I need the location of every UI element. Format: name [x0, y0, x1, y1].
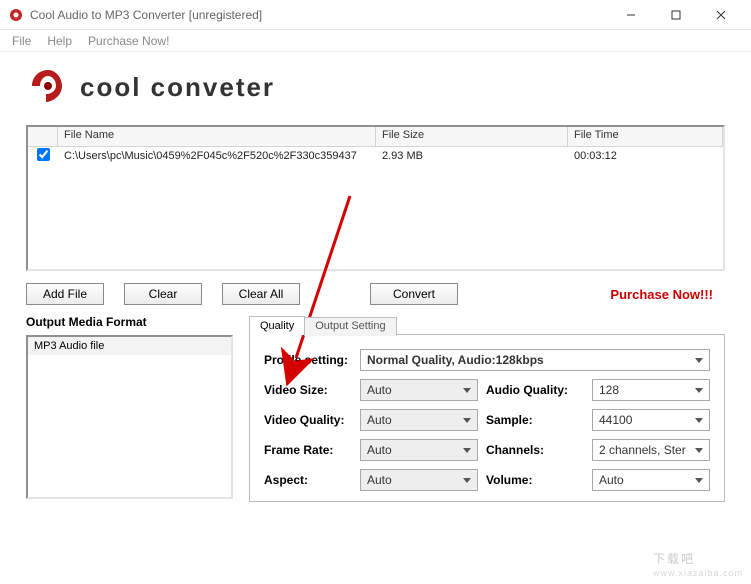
profile-setting-label: Profile setting: — [264, 353, 352, 367]
menu-file[interactable]: File — [4, 32, 39, 50]
add-file-button[interactable]: Add File — [26, 283, 104, 305]
profile-setting-select[interactable]: Normal Quality, Audio:128kbps — [360, 349, 710, 371]
button-row: Add File Clear Clear All Convert Purchas… — [0, 277, 751, 311]
logo-text: cool conveter — [80, 72, 275, 103]
video-quality-select[interactable]: Auto — [360, 409, 478, 431]
sample-label: Sample: — [486, 413, 584, 427]
file-list: File Name File Size File Time C:\Users\p… — [26, 125, 725, 271]
video-size-label: Video Size: — [264, 383, 352, 397]
file-row-name: C:\Users\pc\Music\0459%2F045c%2F520c%2F3… — [58, 149, 376, 163]
maximize-button[interactable] — [653, 1, 698, 29]
file-row-size: 2.93 MB — [376, 149, 568, 163]
close-button[interactable] — [698, 1, 743, 29]
tab-output-setting[interactable]: Output Setting — [304, 317, 396, 336]
volume-label: Volume: — [486, 473, 584, 487]
channels-select[interactable]: 2 channels, Ster — [592, 439, 710, 461]
col-header-name[interactable]: File Name — [58, 127, 376, 146]
volume-select[interactable]: Auto — [592, 469, 710, 491]
watermark: 下载吧 www.xiazaiba.com — [653, 547, 743, 578]
col-header-size[interactable]: File Size — [376, 127, 568, 146]
minimize-button[interactable] — [608, 1, 653, 29]
frame-rate-select[interactable]: Auto — [360, 439, 478, 461]
file-row-checkbox[interactable] — [37, 148, 50, 161]
col-header-check[interactable] — [28, 127, 58, 146]
clear-button[interactable]: Clear — [124, 283, 202, 305]
tab-quality[interactable]: Quality — [249, 316, 305, 335]
output-media-format-item[interactable]: MP3 Audio file — [28, 337, 231, 355]
frame-rate-label: Frame Rate: — [264, 443, 352, 457]
aspect-select[interactable]: Auto — [360, 469, 478, 491]
menu-purchase[interactable]: Purchase Now! — [80, 32, 177, 50]
menu-help[interactable]: Help — [39, 32, 80, 50]
purchase-now-link[interactable]: Purchase Now!!! — [610, 287, 725, 302]
settings-tabs: Quality Output Setting Profile setting: … — [249, 315, 725, 502]
video-size-select[interactable]: Auto — [360, 379, 478, 401]
output-media-format-label: Output Media Format — [26, 315, 233, 329]
col-header-time[interactable]: File Time — [568, 127, 723, 146]
output-media-format-panel: Output Media Format MP3 Audio file — [26, 315, 233, 502]
channels-label: Channels: — [486, 443, 584, 457]
file-list-header: File Name File Size File Time — [28, 127, 723, 147]
file-row[interactable]: C:\Users\pc\Music\0459%2F045c%2F520c%2F3… — [28, 147, 723, 165]
audio-quality-label: Audio Quality: — [486, 383, 584, 397]
menubar: File Help Purchase Now! — [0, 30, 751, 52]
output-media-format-list[interactable]: MP3 Audio file — [26, 335, 233, 499]
window-title: Cool Audio to MP3 Converter [unregistere… — [30, 8, 262, 22]
video-quality-label: Video Quality: — [264, 413, 352, 427]
clear-all-button[interactable]: Clear All — [222, 283, 300, 305]
aspect-label: Aspect: — [264, 473, 352, 487]
convert-button[interactable]: Convert — [370, 283, 458, 305]
audio-quality-select[interactable]: 128 — [592, 379, 710, 401]
app-icon — [8, 7, 24, 23]
sample-select[interactable]: 44100 — [592, 409, 710, 431]
logo-icon — [26, 64, 70, 111]
logo-area: cool conveter — [0, 52, 751, 119]
tab-body-quality: Profile setting: Normal Quality, Audio:1… — [249, 334, 725, 502]
file-row-time: 00:03:12 — [568, 149, 723, 163]
titlebar: Cool Audio to MP3 Converter [unregistere… — [0, 0, 751, 30]
